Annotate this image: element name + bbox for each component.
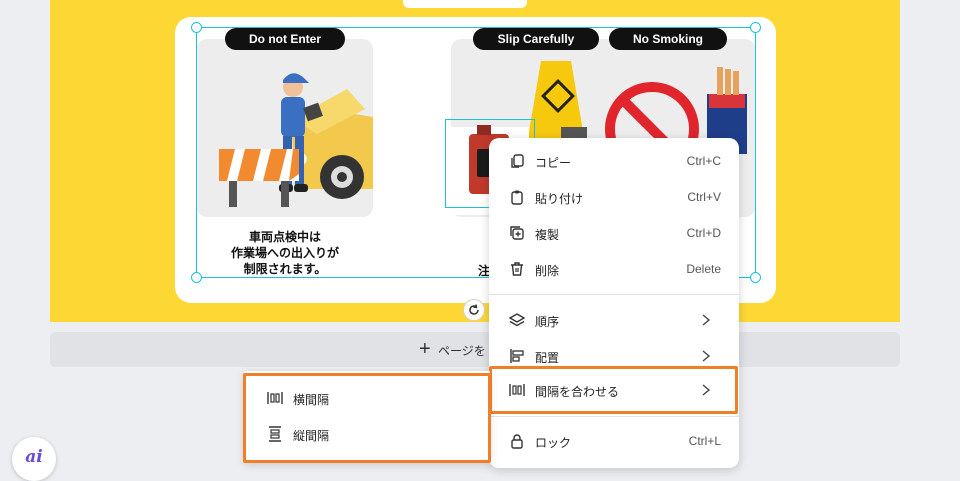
menu-divider — [489, 416, 739, 417]
resize-handle-bottom-right[interactable] — [750, 272, 761, 283]
caption-line: 制限されます。 — [243, 262, 327, 276]
caption-text[interactable]: 車両点検中は 作業場への出入りが 制限されます。 — [210, 229, 360, 277]
plus-icon: + — [419, 338, 431, 360]
caption-line: 作業場への出入りが — [230, 246, 339, 260]
menu-item-paste[interactable]: 貼り付け Ctrl+V — [489, 179, 739, 215]
label-no-smoking[interactable]: No Smoking — [609, 28, 727, 50]
chevron-right-icon — [702, 314, 711, 326]
mechanic-illustration[interactable] — [197, 39, 373, 217]
chevron-right-icon — [702, 350, 711, 362]
add-page-label: ページを追加 — [438, 344, 486, 358]
menu-item-lock[interactable]: ロック Ctrl+L — [489, 423, 739, 459]
label-do-not-enter[interactable]: Do not Enter — [225, 28, 345, 50]
highlight-spacing-submenu — [243, 373, 491, 463]
resize-handle-bottom-left[interactable] — [191, 272, 202, 283]
menu-item-shortcut: Ctrl+C — [686, 154, 721, 168]
layers-icon — [509, 313, 525, 327]
menu-item-label: コピー — [535, 156, 572, 170]
trash-icon — [511, 262, 523, 276]
menu-item-label: 貼り付け — [535, 192, 584, 206]
duplicate-icon — [510, 226, 524, 240]
menu-item-shortcut: Ctrl+L — [688, 434, 721, 448]
menu-item-label: ロック — [535, 436, 572, 450]
menu-divider — [489, 294, 739, 295]
menu-item-label: 順序 — [535, 315, 560, 329]
menu-item-label: 削除 — [535, 264, 560, 278]
menu-item-order[interactable]: 順序 — [489, 302, 739, 338]
menu-item-delete[interactable]: 削除 Delete — [489, 251, 739, 287]
paste-icon — [511, 190, 523, 205]
menu-item-duplicate[interactable]: 複製 Ctrl+D — [489, 215, 739, 251]
menu-item-label: 複製 — [535, 228, 560, 242]
resize-handle-top-left[interactable] — [191, 22, 202, 33]
menu-item-shortcut: Ctrl+D — [686, 226, 721, 240]
label-slip-carefully[interactable]: Slip Carefully — [473, 28, 599, 50]
align-icon — [510, 349, 524, 363]
context-menu: コピー Ctrl+C 貼り付け Ctrl+V 複製 Ctrl+D 削除 Dele… — [489, 138, 739, 468]
copy-icon — [511, 154, 524, 168]
ai-assistant-button[interactable]: ai — [12, 437, 56, 481]
menu-item-label: 配置 — [535, 351, 560, 365]
menu-item-shortcut: Ctrl+V — [687, 190, 721, 204]
highlight-spacing-menu-item — [489, 366, 738, 414]
lock-icon — [511, 434, 523, 449]
resize-handle-top-right[interactable] — [750, 22, 761, 33]
page-top-tab — [403, 0, 527, 8]
menu-item-shortcut: Delete — [686, 262, 721, 276]
rotate-icon[interactable] — [463, 299, 485, 321]
menu-item-copy[interactable]: コピー Ctrl+C — [489, 143, 739, 179]
caption-line: 車両点検中は — [248, 230, 321, 244]
